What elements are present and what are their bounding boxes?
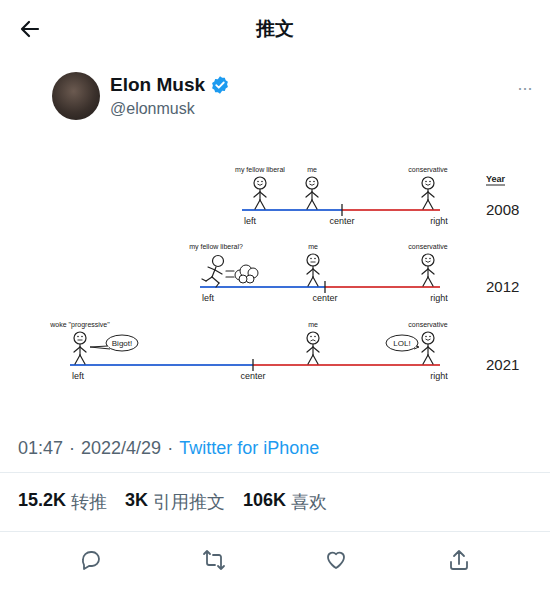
left-segment — [200, 286, 325, 288]
timestamp-part: · — [167, 438, 173, 462]
stat-count: 3K — [125, 490, 148, 514]
stick-figure: woke "progressive" Bigot! — [49, 321, 138, 364]
figure-label: my fellow liberal? — [189, 243, 243, 251]
avatar[interactable] — [52, 72, 100, 120]
figure-label: me — [308, 243, 318, 250]
tweet-source-link[interactable]: Twitter for iPhone — [179, 438, 319, 462]
axis-label: right — [430, 216, 448, 226]
center-tick — [252, 359, 253, 371]
timeline-row: left center right 2021 woke "progressive" Big… — [49, 321, 519, 381]
back-arrow-icon[interactable] — [18, 17, 42, 41]
stat-item[interactable]: 106K喜欢 — [243, 490, 327, 514]
figure-label: conservative — [408, 243, 447, 250]
axis-label: center — [312, 293, 337, 303]
year-label: 2012 — [486, 278, 519, 295]
verified-badge-icon — [210, 75, 230, 95]
political-spectrum-chart: Year left center right 2008 my fellow liberal… — [0, 160, 550, 392]
year-header: Year — [486, 174, 506, 184]
author-name[interactable]: Elon Musk — [110, 74, 205, 96]
year-underline — [486, 185, 505, 186]
back-button[interactable] — [0, 17, 70, 41]
timestamp-part: · — [69, 438, 75, 462]
figure-label: me — [307, 166, 317, 173]
year-label: 2021 — [486, 356, 519, 373]
stick-figure: my fellow liberal? — [189, 243, 258, 287]
speech-bubble: LOL! — [386, 335, 419, 351]
stat-count: 106K — [243, 490, 286, 514]
right-segment — [342, 209, 440, 211]
share-icon[interactable] — [447, 548, 471, 572]
page-title: 推文 — [70, 16, 480, 42]
left-segment — [70, 364, 253, 366]
name-line: Elon Musk — [110, 74, 507, 96]
tweet-stats: 15.2K转推 3K引用推文 106K喜欢 — [0, 472, 550, 532]
year-label: 2008 — [486, 201, 519, 218]
axis-label: right — [430, 293, 448, 303]
stat-label: 引用推文 — [153, 490, 225, 514]
author-info: Elon Musk @elonmusk — [110, 74, 507, 118]
figure-label: conservative — [408, 321, 447, 328]
axis-label: center — [240, 371, 265, 381]
stat-label: 喜欢 — [291, 490, 327, 514]
timeline-row: left center right 2012 my fellow liberal? me c… — [189, 243, 519, 303]
stick-figure: me — [306, 166, 318, 209]
stat-item[interactable]: 15.2K转推 — [18, 490, 107, 514]
axis-label: left — [244, 216, 257, 226]
like-heart-icon[interactable] — [324, 548, 348, 572]
tweet-timestamp: 01:47·2022/4/29·Twitter for iPhone — [0, 392, 550, 472]
figure-label: woke "progressive" — [49, 321, 110, 329]
figure-label: my fellow liberal — [235, 166, 285, 174]
bubble-text: LOL! — [393, 339, 410, 348]
timeline-row: left center right 2008 my fellow liberal me co… — [235, 166, 519, 226]
center-tick — [341, 204, 342, 216]
axis-label: right — [430, 371, 448, 381]
retweet-icon[interactable] — [202, 548, 226, 572]
bubble-text: Bigot! — [112, 339, 132, 348]
stick-figure: conservative — [408, 243, 447, 286]
stat-count: 15.2K — [18, 490, 66, 514]
stat-label: 转推 — [71, 490, 107, 514]
timestamp-part: 2022/4/29 — [81, 438, 161, 462]
stick-figure: me — [307, 243, 319, 286]
stick-figure: conservative — [408, 166, 447, 209]
action-bar — [0, 532, 550, 588]
stat-item[interactable]: 3K引用推文 — [125, 490, 225, 514]
right-segment — [253, 364, 440, 366]
timestamp-part: 01:47 — [18, 438, 63, 462]
left-segment — [242, 209, 342, 211]
speech-bubble: Bigot! — [90, 335, 138, 351]
stick-figure: my fellow liberal — [235, 166, 285, 209]
axis-label: left — [72, 371, 85, 381]
stick-figure: conservative LOL! — [386, 321, 448, 364]
tweet-author: Elon Musk @elonmusk ··· — [0, 58, 550, 120]
axis-label: center — [329, 216, 354, 226]
more-button[interactable]: ··· — [517, 72, 532, 99]
figure-label: conservative — [408, 166, 447, 173]
center-tick — [324, 281, 325, 293]
figure-label: me — [308, 321, 318, 328]
reply-icon[interactable] — [79, 548, 103, 572]
author-handle[interactable]: @elonmusk — [110, 100, 507, 118]
top-bar: 推文 — [0, 0, 550, 58]
stick-figure: me — [307, 321, 319, 364]
axis-label: left — [202, 293, 215, 303]
